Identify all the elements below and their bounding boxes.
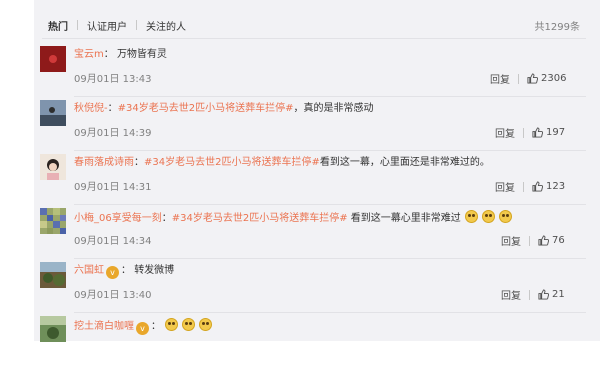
separator-colon: ：: [121, 265, 131, 276]
comment-line: 六国虹 v： 转发微博: [74, 264, 174, 279]
comment-line: 挖土滴白咖喱 v：: [74, 318, 212, 335]
comment-text: ，真的是非常感动: [293, 103, 374, 114]
like-count: 76: [552, 235, 565, 246]
thumbs-up-icon: [527, 73, 538, 84]
tab-separator: [77, 20, 78, 30]
row-divider: [74, 204, 586, 205]
like-count: 123: [546, 181, 566, 192]
comment-line: 秋倪倪-：#34岁老马去世2匹小马将送葬车拦停#，真的是非常感动: [74, 102, 373, 116]
row-divider: [74, 312, 586, 313]
avatar[interactable]: [40, 100, 66, 126]
separator-colon: ：: [134, 157, 144, 168]
tab-separator: [136, 20, 137, 30]
comment-text: 转发微博: [134, 265, 175, 276]
comment-timestamp: 09月01日 13:43: [74, 74, 152, 85]
comment-item: 春雨落成诗雨：#34岁老马去世2匹小马将送葬车拦停#看到这一幕，心里面还是非常难…: [40, 154, 600, 210]
comment-item: 小梅_06享受每一刻：#34岁老马去世2匹小马将送葬车拦停# 看到这一幕心里非常…: [40, 208, 600, 264]
thumbs-up-icon: [538, 289, 549, 300]
separator-colon: ：: [107, 103, 118, 114]
comment-timestamp: 09月01日 14:39: [74, 128, 152, 139]
like-count: 2306: [541, 73, 567, 84]
sad-face-emoji-icon: [165, 318, 178, 331]
separator-colon: ：: [103, 49, 114, 60]
username-link[interactable]: 小梅_06享受每一刻: [74, 213, 162, 224]
row-divider: [74, 96, 586, 97]
avatar[interactable]: [40, 46, 66, 72]
tab-hot[interactable]: 热门: [48, 18, 68, 33]
comment-actions: 回复 21: [501, 287, 565, 302]
comment-actions: 回复 197: [495, 125, 565, 140]
tab-following[interactable]: 关注的人: [146, 18, 186, 33]
avatar[interactable]: [40, 316, 66, 342]
comment-line: 春雨落成诗雨：#34岁老马去世2匹小马将送葬车拦停#看到这一幕，心里面还是非常难…: [74, 156, 490, 170]
comment-total-count: 共1299条: [534, 22, 580, 33]
comment-text: 万物皆有灵: [116, 49, 167, 60]
row-divider: [74, 258, 586, 259]
row-divider: [74, 150, 586, 151]
username-link[interactable]: 宝云m: [74, 49, 104, 60]
separator-colon: ：: [161, 213, 172, 224]
comment-actions: 回复 76: [501, 233, 565, 248]
avatar[interactable]: [40, 154, 66, 180]
tab-verified-users[interactable]: 认证用户: [87, 18, 127, 33]
sad-face-emoji-icon: [481, 210, 495, 223]
username-link[interactable]: 挖土滴白咖喱: [74, 321, 134, 332]
topic-link[interactable]: #34岁老马去世2匹小马将送葬车拦停#: [118, 103, 294, 114]
thumbs-up-icon: [532, 127, 543, 138]
comment-line: 小梅_06享受每一刻：#34岁老马去世2匹小马将送葬车拦停# 看到这一幕心里非常…: [74, 210, 512, 226]
username-link[interactable]: 春雨落成诗雨: [74, 157, 134, 168]
avatar[interactable]: [40, 262, 66, 288]
like-button[interactable]: 123: [532, 181, 565, 192]
comment-actions: 回复 2306: [490, 71, 566, 86]
sad-face-emoji-icon: [464, 210, 478, 223]
comment-actions: 回复 123: [495, 179, 565, 194]
thumbs-up-icon: [538, 235, 549, 246]
reply-button[interactable]: 回复: [501, 287, 521, 302]
like-button[interactable]: 21: [538, 289, 565, 300]
action-separator: [523, 127, 524, 138]
username-link[interactable]: 六国虹: [74, 265, 104, 276]
comment-filter-tabs: 热门 认证用户 关注的人: [48, 17, 186, 33]
sad-face-emoji-icon: [199, 318, 212, 331]
comment-timestamp: 09月01日 13:40: [74, 290, 152, 301]
thumbs-up-icon: [532, 181, 543, 192]
comment-item: 挖土滴白咖喱 v：: [40, 316, 600, 372]
comment-item: 宝云m： 万物皆有灵 09月01日 13:43 回复 2306: [40, 46, 600, 102]
avatar[interactable]: [40, 208, 66, 234]
verified-badge-icon: v: [136, 322, 149, 335]
like-button[interactable]: 2306: [527, 73, 566, 84]
sad-face-emoji-icon: [182, 318, 195, 331]
topic-link[interactable]: #34岁老马去世2匹小马将送葬车拦停#: [172, 213, 348, 224]
sad-face-emoji-icon: [498, 210, 512, 223]
reply-button[interactable]: 回复: [490, 71, 510, 86]
separator-colon: ：: [151, 321, 161, 332]
comment-text: 看到这一幕，心里面还是非常难过的。: [319, 157, 490, 168]
username-link[interactable]: 秋倪倪-: [74, 103, 108, 114]
verified-badge-icon: v: [106, 266, 119, 279]
like-button[interactable]: 76: [538, 235, 565, 246]
reply-button[interactable]: 回复: [501, 233, 521, 248]
like-count: 21: [552, 289, 565, 300]
reply-button[interactable]: 回复: [495, 179, 515, 194]
comment-panel: 热门 认证用户 关注的人 共1299条 宝云m： 万物皆有灵 09月01日 13…: [34, 0, 600, 342]
header-divider: [42, 38, 586, 39]
comment-text: 看到这一幕心里非常难过: [347, 213, 461, 224]
topic-link[interactable]: #34岁老马去世2匹小马将送葬车拦停#: [144, 157, 320, 168]
action-separator: [518, 73, 519, 84]
comment-timestamp: 09月01日 14:34: [74, 236, 152, 247]
comment-line: 宝云m： 万物皆有灵: [74, 48, 167, 62]
like-button[interactable]: 197: [532, 127, 565, 138]
comment-item: 六国虹 v： 转发微博 09月01日 13:40 回复 21: [40, 262, 600, 318]
action-separator: [523, 181, 524, 192]
comment-item: 秋倪倪-：#34岁老马去世2匹小马将送葬车拦停#，真的是非常感动 09月01日 …: [40, 100, 600, 156]
comment-timestamp: 09月01日 14:31: [74, 182, 152, 193]
action-separator: [529, 289, 530, 300]
reply-button[interactable]: 回复: [495, 125, 515, 140]
like-count: 197: [546, 127, 566, 138]
action-separator: [529, 235, 530, 246]
